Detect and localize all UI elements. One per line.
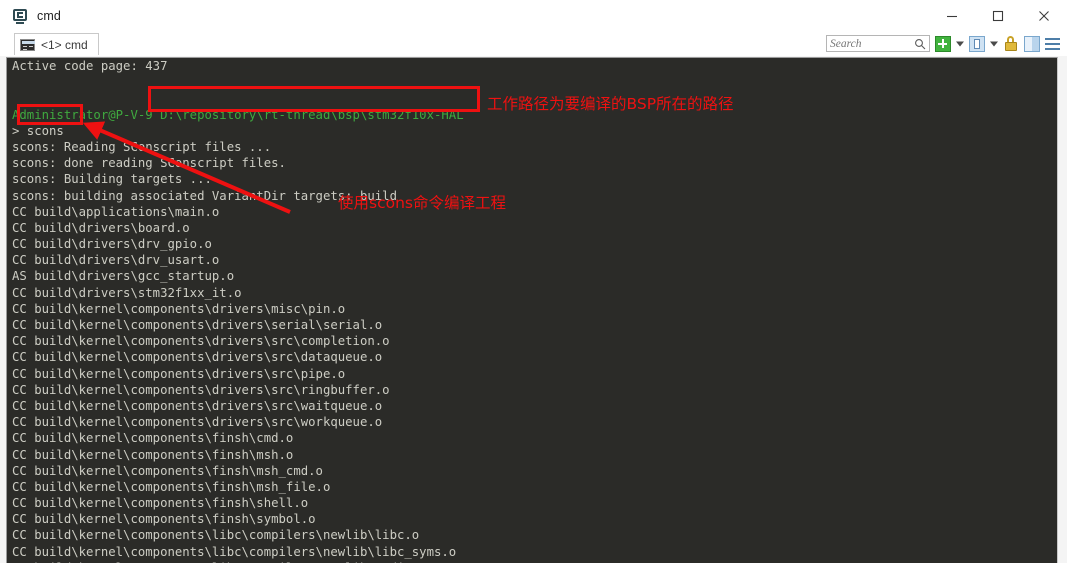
minimize-icon[interactable] — [929, 0, 975, 31]
split-panel-icon — [1023, 35, 1040, 52]
terminal-line: AS build\drivers\gcc_startup.o — [12, 269, 235, 284]
chevron-down-icon — [955, 41, 964, 46]
terminal-line: CC build\drivers\board.o — [12, 220, 190, 235]
terminal-line: CC build\kernel\components\finsh\msh_cmd… — [12, 463, 323, 478]
terminal-line: CC build\kernel\components\finsh\symbol.… — [12, 512, 316, 527]
terminal-line: CC build\drivers\stm32f1xx_it.o — [12, 285, 242, 300]
lock-icon — [1004, 36, 1018, 51]
menu-button[interactable] — [1044, 35, 1061, 52]
search-box[interactable] — [826, 35, 930, 52]
terminal-line: CC build\kernel\components\drivers\src\w… — [12, 415, 383, 430]
search-input[interactable] — [830, 37, 914, 50]
terminal-output: Active code page: 437 Administrator@P-V-… — [12, 58, 464, 563]
chevron-down-icon — [989, 41, 998, 46]
terminal-line: CC build\kernel\components\finsh\shell.o — [12, 496, 309, 511]
tab-strip: <1> cmd — [0, 31, 1067, 57]
terminal-line: CC build\kernel\components\drivers\misc\… — [12, 301, 346, 316]
console-icon — [20, 38, 35, 51]
terminal-line: CC build\kernel\components\drivers\src\d… — [12, 350, 383, 365]
terminal-icon — [13, 8, 29, 24]
terminal-line: CC build\kernel\components\finsh\msh_fil… — [12, 479, 331, 494]
terminal-line: Active code page: 437 — [12, 59, 168, 73]
close-icon[interactable] — [1021, 0, 1067, 31]
maximize-icon[interactable] — [975, 0, 1021, 31]
terminal-line: CC build\drivers\drv_usart.o — [12, 253, 220, 268]
toggle-panel-button[interactable] — [1023, 35, 1040, 52]
search-icon — [915, 38, 926, 49]
window-title: cmd — [37, 8, 61, 23]
terminal-line: CC build\kernel\components\finsh\msh.o — [12, 447, 294, 462]
lock-button[interactable] — [1002, 35, 1019, 52]
terminal-line: Administrator@P-V-9 D:\repository\rt-thr… — [12, 107, 464, 122]
new-tab-dropdown[interactable] — [955, 35, 964, 52]
title-bar: cmd — [0, 0, 1067, 31]
green-plus-icon — [934, 35, 951, 52]
toolbar — [826, 32, 1061, 55]
terminal-line: CC build\kernel\components\libc\compiler… — [12, 528, 420, 543]
window-layout-dropdown[interactable] — [989, 35, 998, 52]
tab-label: <1> cmd — [41, 37, 88, 52]
window-controls — [929, 0, 1067, 31]
terminal-line: > scons — [12, 123, 64, 138]
terminal-frame: Active code page: 437 Administrator@P-V-… — [0, 56, 1067, 563]
cmd-window: cmd <1> cmd Search Active code page: 437… — [0, 0, 1067, 563]
terminal-line: scons: Reading SConscript files ... — [12, 139, 272, 154]
hamburger-menu-icon — [1045, 37, 1060, 50]
terminal-line: CC build\drivers\drv_gpio.o — [12, 237, 212, 252]
terminal-line: CC build\kernel\components\drivers\src\r… — [12, 382, 390, 397]
new-tab-button[interactable] — [934, 35, 951, 52]
terminal-line: scons: done reading SConscript files. — [12, 156, 286, 171]
terminal-line: CC build\kernel\components\libc\compiler… — [12, 544, 457, 559]
terminal-line: CC build\kernel\components\finsh\cmd.o — [12, 431, 294, 446]
terminal-line: scons: Building targets ... — [12, 172, 212, 187]
window-layout-button[interactable] — [968, 35, 985, 52]
terminal-line: CC build\applications\main.o — [12, 204, 220, 219]
terminal-line: CC build\kernel\components\drivers\seria… — [12, 318, 383, 332]
title-bar-left: cmd — [0, 8, 61, 24]
terminal-line: CC build\kernel\components\drivers\src\w… — [12, 398, 383, 413]
window-icon — [968, 35, 985, 52]
tab-cmd-1[interactable]: <1> cmd — [14, 33, 99, 55]
terminal-line: scons: building associated VariantDir ta… — [12, 188, 397, 203]
terminal-line: CC build\kernel\components\drivers\src\c… — [12, 334, 390, 349]
terminal-screen[interactable]: Active code page: 437 Administrator@P-V-… — [6, 57, 1058, 563]
terminal-line: CC build\kernel\components\drivers\src\p… — [12, 366, 346, 381]
